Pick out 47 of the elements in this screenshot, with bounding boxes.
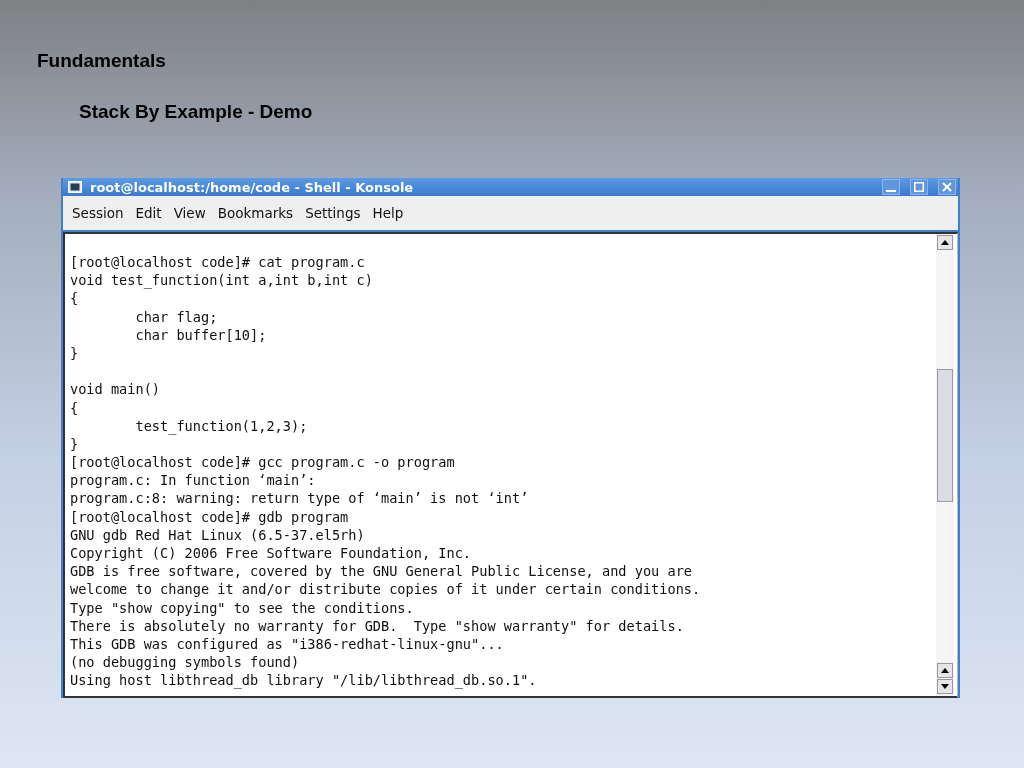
terminal-line: (no debugging symbols found) — [70, 653, 301, 672]
terminal-line: GDB is free software, covered by the GNU General Public License, and you are — [70, 562, 693, 581]
maximize-icon — [914, 182, 924, 192]
up-arrow-icon — [941, 240, 949, 245]
scrollbar[interactable] — [936, 234, 954, 696]
terminal-line: void test_function(int a,int b,int c) — [70, 271, 374, 290]
menu-item[interactable]: Bookmarks — [211, 205, 300, 221]
menu-item[interactable]: Edit — [129, 205, 168, 221]
terminal-line: { — [70, 289, 80, 308]
terminal-line: GNU gdb Red Hat Linux (6.5-37.el5rh) — [70, 525, 366, 544]
down-arrow-icon — [941, 684, 949, 689]
terminal-line: [root@localhost code]# cat program.c — [70, 253, 366, 272]
terminal-line: Type "show copying" to see the conditions. — [70, 598, 415, 617]
terminal-line: program.c:8: warning: return type of ‘main’ is not ‘int’ — [70, 489, 530, 508]
menu-item[interactable]: View — [167, 205, 212, 221]
terminal-line: char flag; — [134, 307, 219, 326]
terminal-line: welcome to change it and/or distribute copies of it under certain conditions. — [70, 580, 702, 599]
terminal-icon — [68, 181, 82, 193]
close-button[interactable] — [938, 179, 956, 195]
slide-title: Fundamentals — [37, 50, 167, 72]
terminal-line: } — [70, 434, 80, 454]
scroll-down-button[interactable] — [937, 679, 953, 694]
terminal-line: Using host libthread_db library "/lib/libthread_db.so.1". — [70, 671, 538, 690]
menu-item[interactable]: Session — [66, 205, 130, 221]
scroll-up-button[interactable] — [937, 663, 953, 678]
terminal-line: Copyright (C) 2006 Free Software Foundation, Inc. — [70, 544, 473, 563]
maximize-button[interactable] — [910, 179, 928, 195]
menu-item[interactable]: Settings — [299, 205, 367, 221]
terminal-line: There is absolutely no warranty for GDB. Type "show warranty" for details. — [70, 616, 685, 635]
menu-item[interactable]: Help — [366, 205, 410, 221]
window-title: root@localhost:/home/code - Shell - Konsole — [90, 179, 415, 195]
minimize-button[interactable] — [882, 179, 900, 195]
terminal-line: test_function(1,2,3); — [134, 416, 309, 435]
terminal-line: void main() — [70, 380, 162, 399]
slide-subtitle: Stack By Example - Demo — [79, 101, 314, 123]
up-arrow-icon — [941, 668, 949, 673]
terminal-line: [root@localhost code]# gcc program.c -o program — [70, 453, 456, 472]
terminal-line: program.c: In function ‘main’: — [70, 471, 317, 490]
scroll-up-button[interactable] — [937, 235, 953, 250]
terminal-line: [root@localhost code]# gdb program — [70, 507, 350, 526]
terminal-line: } — [70, 343, 80, 363]
close-icon — [942, 182, 952, 192]
terminal-line: char buffer[10]; — [134, 325, 268, 344]
minimize-icon — [886, 189, 896, 192]
terminal-line: { — [70, 398, 80, 417]
scrollbar-thumb[interactable] — [937, 369, 953, 502]
terminal-line: This GDB was configured as "i386-redhat-linux-gnu"... — [70, 634, 505, 654]
